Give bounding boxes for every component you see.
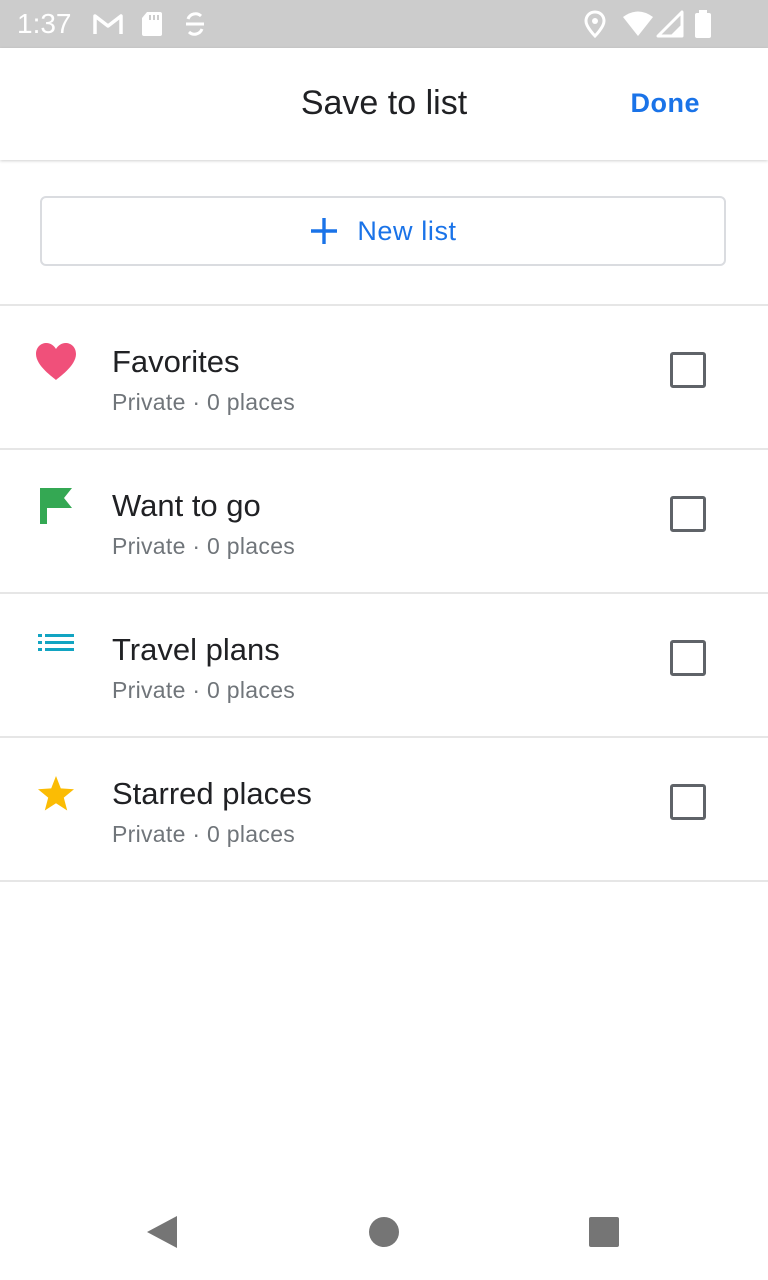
navigation-bar [0, 1184, 768, 1280]
sd-card-icon [140, 10, 164, 38]
list-item-starred-places[interactable]: Starred places Private · 0 places [0, 738, 768, 882]
favorites-checkbox[interactable] [670, 352, 706, 388]
status-time: 1:37 [17, 8, 72, 39]
travel-plans-checkbox[interactable] [670, 640, 706, 676]
recents-icon[interactable] [556, 1184, 652, 1280]
list-item-favorites[interactable]: Favorites Private · 0 places [0, 306, 768, 450]
want-to-go-checkbox[interactable] [670, 496, 706, 532]
back-icon[interactable] [114, 1184, 210, 1280]
home-icon[interactable] [336, 1184, 432, 1280]
star-icon [34, 772, 78, 816]
battery-icon [694, 10, 712, 38]
new-list-button[interactable]: New list [40, 196, 726, 266]
saved-lists: Favorites Private · 0 places Want to go … [0, 306, 768, 882]
list-item-travel-plans[interactable]: Travel plans Private · 0 places [0, 594, 768, 738]
list-title: Favorites [112, 344, 240, 379]
list-title: Starred places [112, 776, 312, 811]
gmail-icon [92, 10, 124, 38]
sync-icon [182, 10, 208, 38]
cell-signal-icon [656, 10, 684, 38]
list-icon [34, 628, 78, 672]
list-title: Travel plans [112, 632, 280, 667]
list-subtitle: Private · 0 places [112, 389, 296, 415]
list-title: Want to go [112, 488, 261, 523]
starred-places-checkbox[interactable] [670, 784, 706, 820]
location-icon [584, 10, 606, 38]
flag-icon [34, 484, 78, 528]
heart-icon [34, 340, 78, 384]
list-item-want-to-go[interactable]: Want to go Private · 0 places [0, 450, 768, 594]
list-subtitle: Private · 0 places [112, 677, 296, 703]
wifi-icon [622, 10, 654, 38]
list-subtitle: Private · 0 places [112, 533, 296, 559]
new-list-label: New list [357, 215, 457, 246]
done-button[interactable]: Done [631, 86, 701, 120]
app-bar: Save to list Done [0, 48, 768, 160]
list-subtitle: Private · 0 places [112, 821, 296, 847]
plus-icon [309, 216, 339, 246]
status-bar: 1:37 [0, 0, 768, 48]
